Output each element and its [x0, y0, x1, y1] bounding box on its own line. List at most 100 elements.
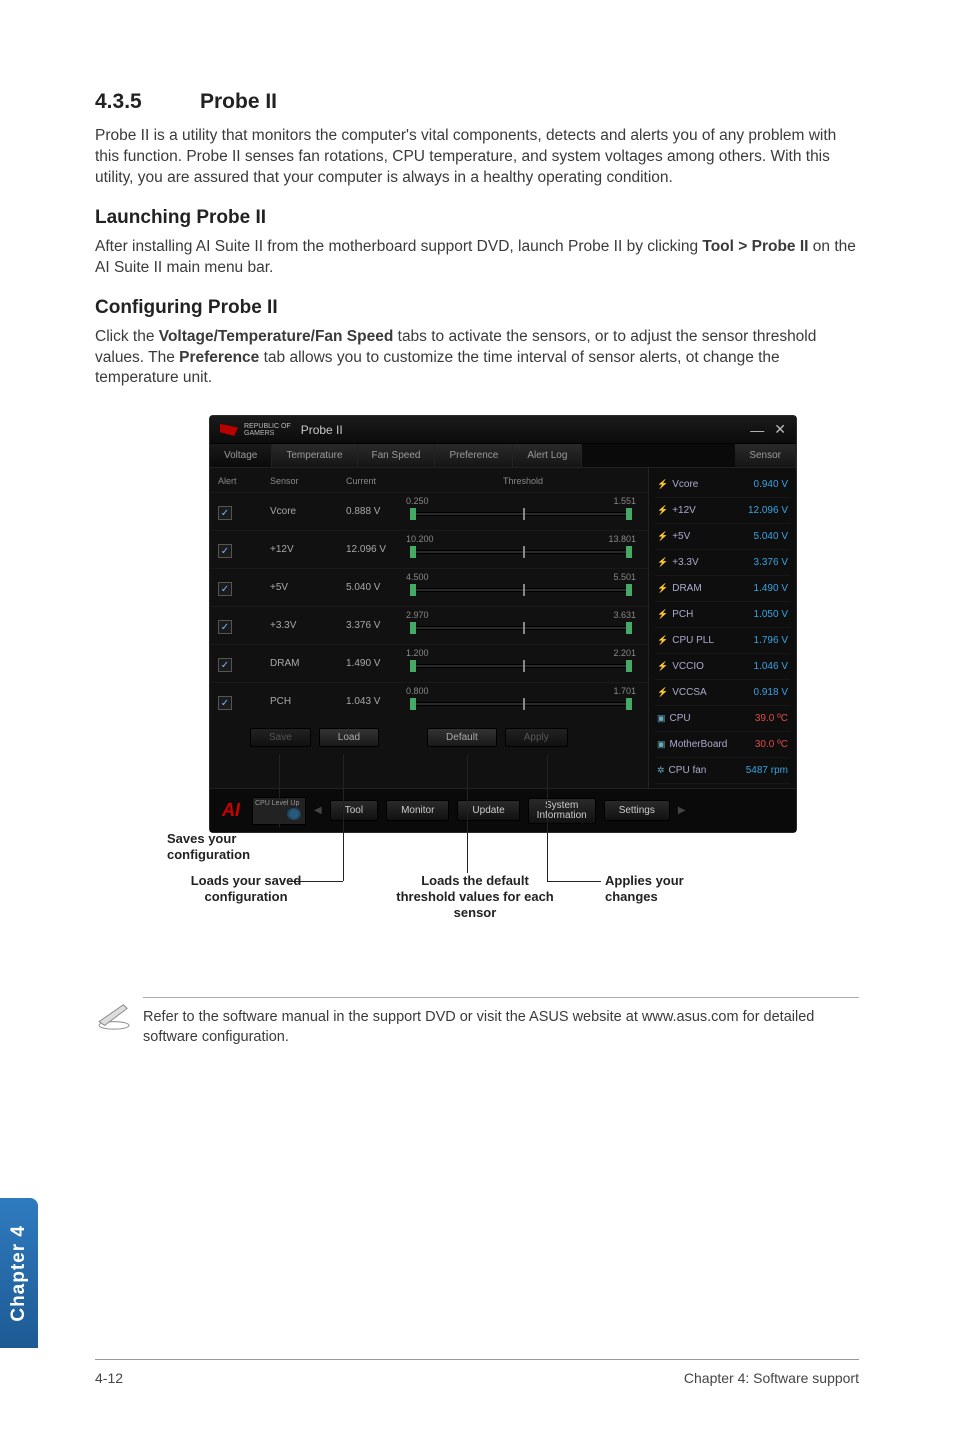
bolt-icon: ⚡ — [657, 609, 668, 619]
default-button[interactable]: Default — [427, 728, 497, 747]
alert-checkbox[interactable] — [218, 658, 232, 672]
alert-checkbox[interactable] — [218, 544, 232, 558]
close-icon[interactable]: ✕ — [774, 421, 786, 438]
grid-header-current: Current — [346, 476, 406, 486]
configuring-paragraph: Click the Voltage/Temperature/Fan Speed … — [95, 327, 859, 390]
sensor-row: ⚡DRAM1.490 V — [655, 576, 790, 602]
threshold-slider[interactable]: 4.500 5.501 — [406, 574, 640, 602]
sensor-row: ⚡VCCSA0.918 V — [655, 680, 790, 706]
launching-paragraph: After installing AI Suite II from the mo… — [95, 237, 859, 279]
bolt-icon: ⚡ — [657, 687, 668, 697]
sensor-row: ⚡+12V12.096 V — [655, 498, 790, 524]
chapter-side-label: Chapter 4 — [8, 1225, 30, 1322]
voltage-grid: Alert Sensor Current Threshold Vcore 0.8… — [210, 468, 648, 788]
section-title-text: Probe II — [200, 90, 277, 113]
bolt-icon: ⚡ — [657, 635, 668, 645]
footer-chapter-title: Chapter 4: Software support — [684, 1370, 859, 1386]
callout-saves: Saves your configuration — [167, 831, 277, 862]
slider-high: 1.701 — [613, 686, 636, 696]
row-name: +5V — [270, 582, 346, 593]
save-button[interactable]: Save — [250, 728, 311, 747]
rog-brand-text: REPUBLIC OF GAMERS — [244, 423, 291, 437]
fan-icon: ✲ — [657, 765, 665, 775]
slider-low: 10.200 — [406, 534, 434, 544]
apply-button[interactable]: Apply — [505, 728, 568, 747]
voltage-row: PCH 1.043 V 0.800 1.701 — [210, 682, 648, 720]
section-number: 4.3.5 — [95, 90, 200, 114]
slider-low: 0.250 — [406, 496, 429, 506]
alert-checkbox[interactable] — [218, 620, 232, 634]
bolt-icon: ⚡ — [657, 583, 668, 593]
bottom-launcher-bar: AI CPU Level Up ◀ Tool Monitor Update Sy… — [210, 788, 796, 832]
threshold-slider[interactable]: 10.200 13.801 — [406, 536, 640, 564]
alert-checkbox[interactable] — [218, 582, 232, 596]
slider-low: 0.800 — [406, 686, 429, 696]
row-value: 1.490 V — [346, 658, 406, 669]
threshold-slider[interactable]: 0.250 1.551 — [406, 498, 640, 526]
tab-sensor[interactable]: Sensor — [735, 444, 796, 467]
chapter-side-tab: Chapter 4 — [0, 1198, 38, 1348]
bolt-icon: ⚡ — [657, 505, 668, 515]
monitor-button[interactable]: Monitor — [386, 800, 449, 821]
system-info-button[interactable]: System Information — [528, 798, 596, 824]
sensor-panel: ⚡Vcore0.940 V ⚡+12V12.096 V ⚡+5V5.040 V … — [648, 468, 796, 788]
chip-icon: ▣ — [657, 713, 666, 723]
callout-loads-default: Loads the default threshold values for e… — [395, 873, 555, 920]
threshold-slider[interactable]: 1.200 2.201 — [406, 650, 640, 678]
alert-checkbox[interactable] — [218, 696, 232, 710]
slider-high: 1.551 — [613, 496, 636, 506]
row-value: 0.888 V — [346, 506, 406, 517]
intro-paragraph: Probe II is a utility that monitors the … — [95, 126, 859, 189]
grid-header-sensor: Sensor — [270, 476, 346, 486]
footer-page-number: 4-12 — [95, 1370, 123, 1386]
minimize-icon[interactable]: — — [750, 422, 764, 438]
slider-low: 4.500 — [406, 572, 429, 582]
button-bar: Save Load Default Apply — [210, 720, 648, 751]
sensor-row: ▣MotherBoard30.0 ºC — [655, 732, 790, 758]
tab-temperature[interactable]: Temperature — [272, 444, 357, 467]
row-name: Vcore — [270, 506, 346, 517]
slider-high: 13.801 — [608, 534, 636, 544]
configuring-bold-2: Preference — [179, 349, 259, 366]
chip-icon: ▣ — [657, 739, 666, 749]
callout-applies: Applies your changes — [605, 873, 725, 904]
chevron-right-icon[interactable]: ▶ — [678, 805, 686, 816]
tab-alert-log[interactable]: Alert Log — [513, 444, 582, 467]
window-title: Probe II — [301, 423, 741, 437]
tab-voltage[interactable]: Voltage — [210, 444, 272, 467]
sensor-row: ⚡VCCIO1.046 V — [655, 654, 790, 680]
section-heading: 4.3.5Probe II — [95, 90, 859, 114]
bolt-icon: ⚡ — [657, 557, 668, 567]
slider-high: 2.201 — [613, 648, 636, 658]
tab-fan-speed[interactable]: Fan Speed — [358, 444, 436, 467]
bolt-icon: ⚡ — [657, 531, 668, 541]
row-value: 5.040 V — [346, 582, 406, 593]
row-value: 12.096 V — [346, 544, 406, 555]
window-titlebar[interactable]: REPUBLIC OF GAMERS Probe II — ✕ — [210, 416, 796, 444]
sensor-row: ✲CPU fan5487 rpm — [655, 758, 790, 784]
voltage-row: +3.3V 3.376 V 2.970 3.631 — [210, 606, 648, 644]
sensor-row: ⚡Vcore0.940 V — [655, 472, 790, 498]
grid-header-threshold: Threshold — [406, 476, 640, 486]
callout-loads-saved: Loads your saved configuration — [181, 873, 311, 904]
tool-button[interactable]: Tool — [330, 800, 378, 821]
chevron-left-icon[interactable]: ◀ — [314, 805, 322, 816]
threshold-slider[interactable]: 2.970 3.631 — [406, 612, 640, 640]
ai-suite-logo-icon[interactable]: AI — [218, 798, 244, 824]
launching-bold: Tool > Probe II — [702, 238, 808, 255]
alert-checkbox[interactable] — [218, 506, 232, 520]
row-name: +3.3V — [270, 620, 346, 631]
slider-low: 2.970 — [406, 610, 429, 620]
note-box: Refer to the software manual in the supp… — [95, 997, 859, 1047]
tab-preference[interactable]: Preference — [435, 444, 513, 467]
launching-text-before: After installing AI Suite II from the mo… — [95, 238, 702, 255]
threshold-slider[interactable]: 0.800 1.701 — [406, 688, 640, 716]
voltage-row: DRAM 1.490 V 1.200 2.201 — [210, 644, 648, 682]
row-name: DRAM — [270, 658, 346, 669]
load-button[interactable]: Load — [319, 728, 379, 747]
bolt-icon: ⚡ — [657, 479, 668, 489]
slider-high: 5.501 — [613, 572, 636, 582]
configuring-text-1: Click the — [95, 328, 159, 345]
settings-button[interactable]: Settings — [604, 800, 670, 821]
row-value: 1.043 V — [346, 696, 406, 707]
